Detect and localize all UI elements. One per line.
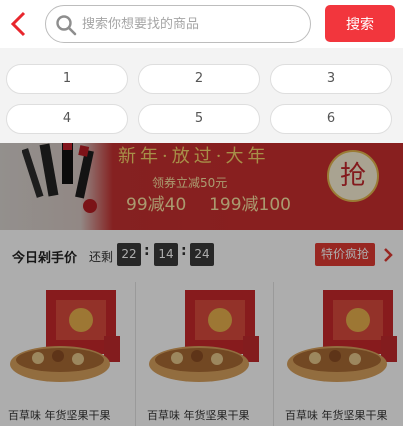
search-suggestion-panel: 1 2 3 4 5 6: [0, 48, 403, 143]
search-box[interactable]: [45, 5, 311, 43]
suggestion-chip[interactable]: 4: [6, 104, 128, 134]
search-header: 搜索: [0, 0, 403, 48]
suggestion-chip[interactable]: 2: [138, 64, 260, 94]
suggestion-chip[interactable]: 3: [270, 64, 392, 94]
suggestion-chip[interactable]: 5: [138, 104, 260, 134]
search-input[interactable]: [82, 8, 304, 40]
suggestion-chip[interactable]: 6: [270, 104, 392, 134]
search-icon: [56, 15, 77, 36]
search-button[interactable]: 搜索: [325, 5, 395, 42]
chevron-left-icon[interactable]: [6, 9, 34, 39]
suggestion-chip[interactable]: 1: [6, 64, 128, 94]
